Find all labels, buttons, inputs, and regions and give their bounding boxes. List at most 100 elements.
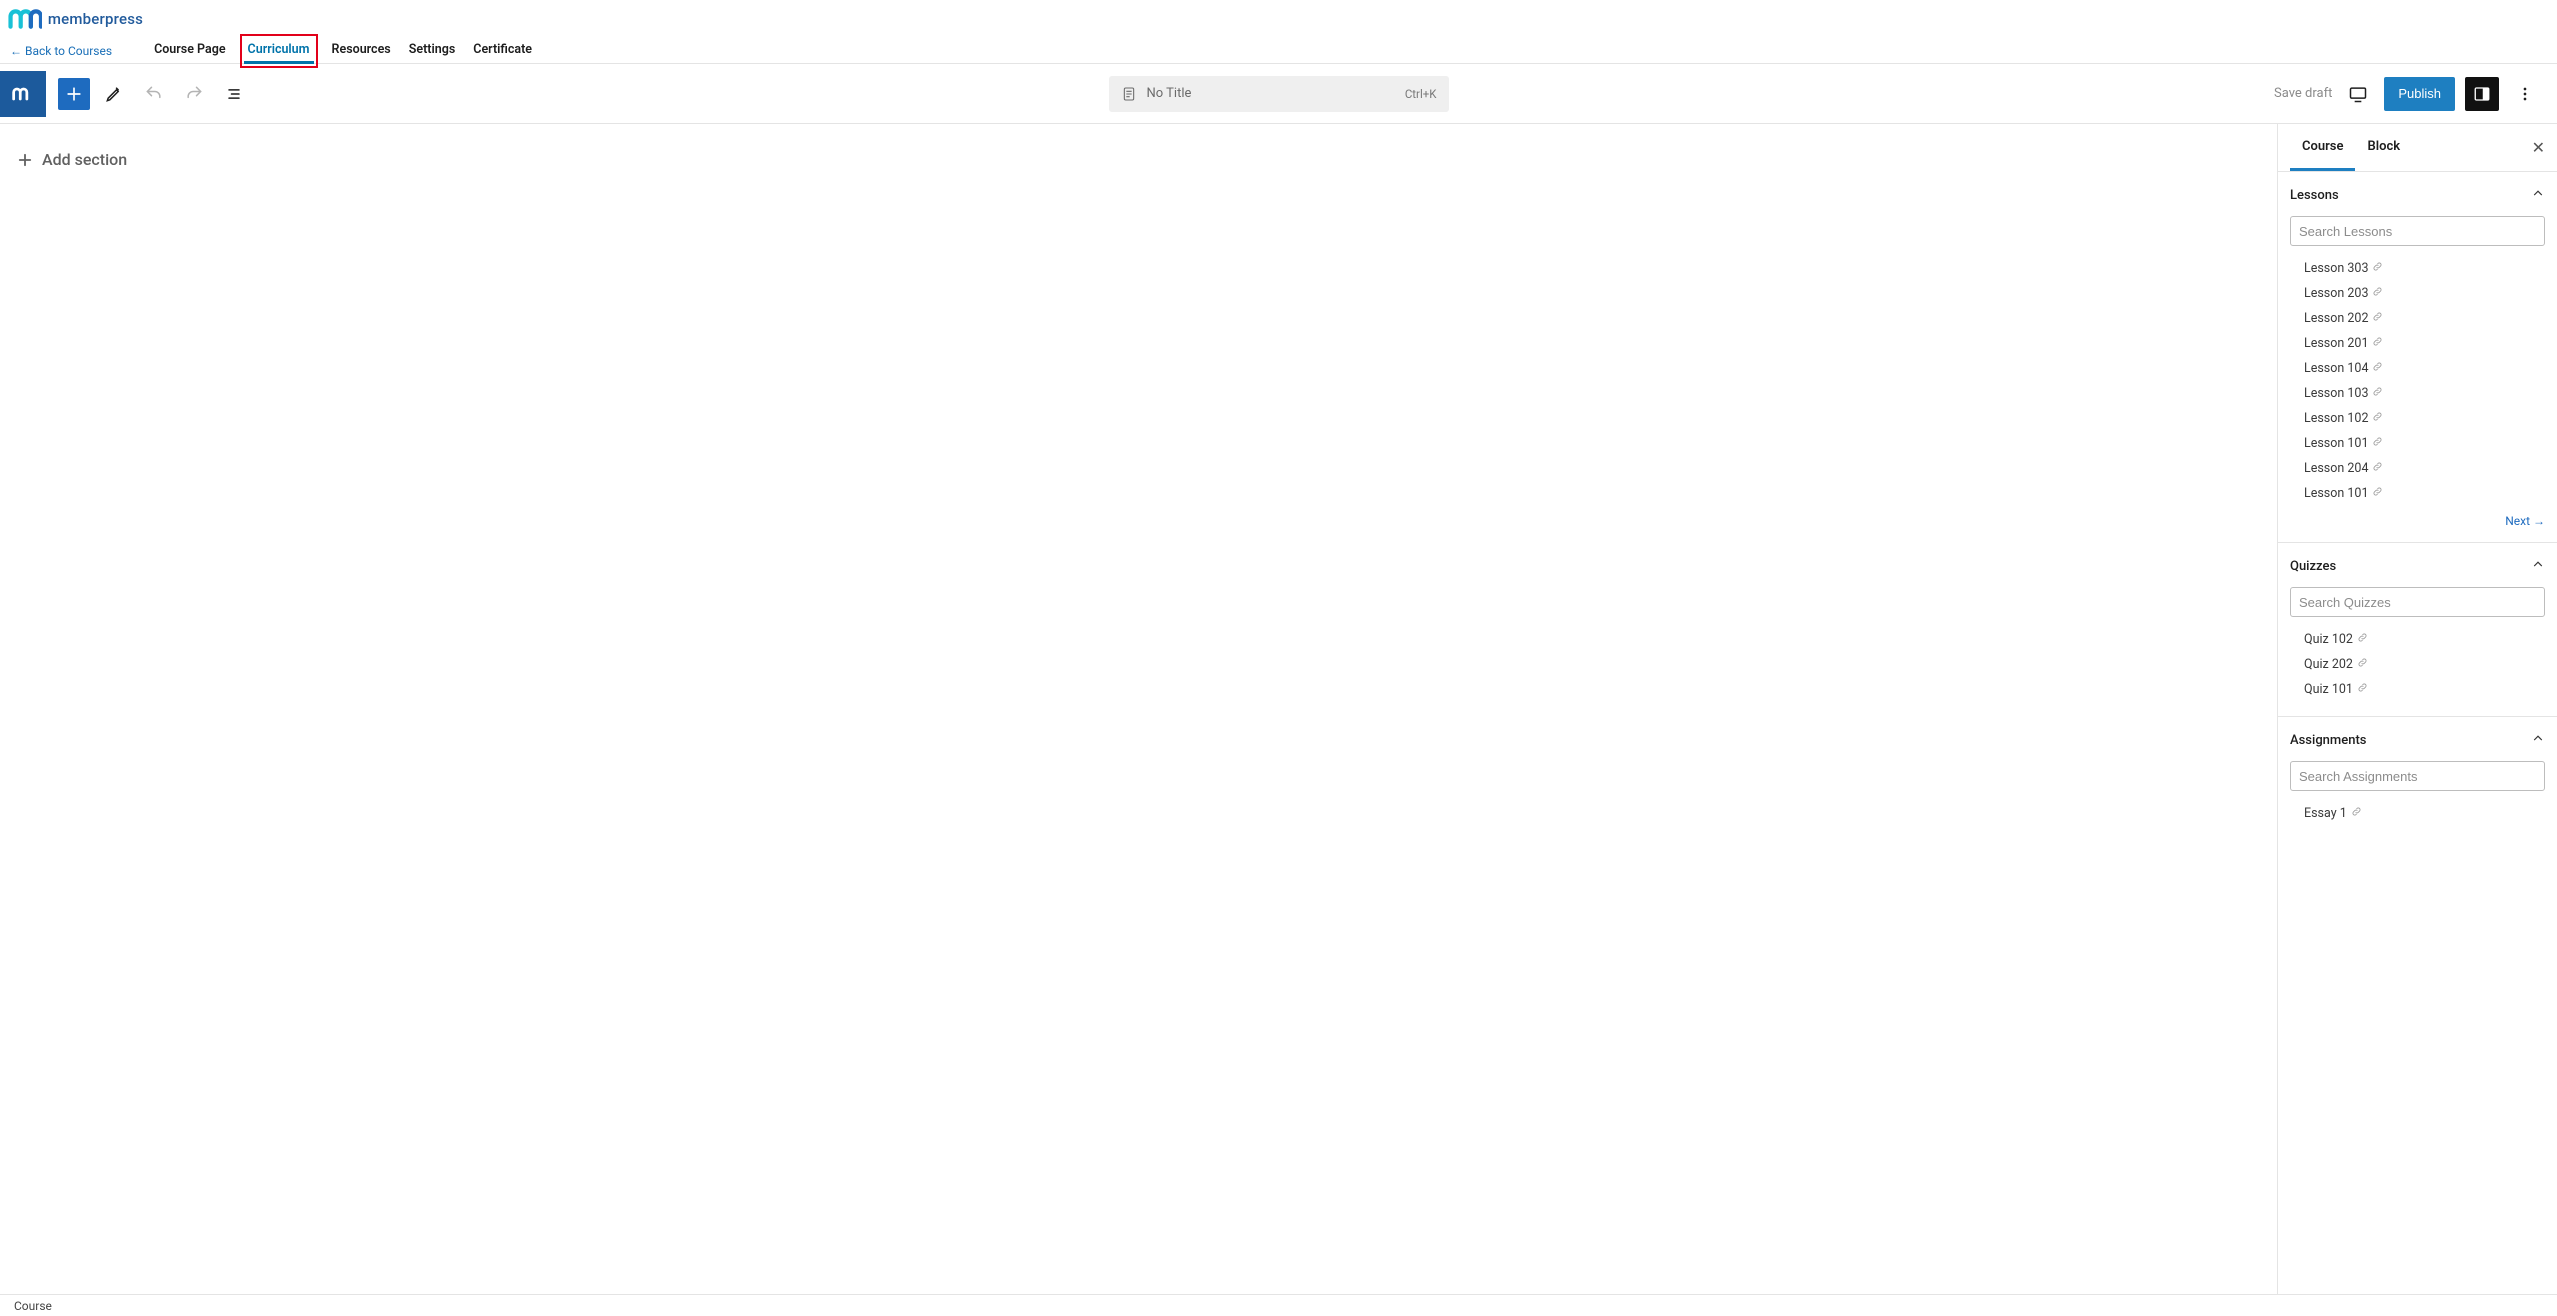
course-nav: ← Back to Courses Course Page Curriculum… bbox=[0, 38, 2557, 64]
list-item[interactable]: Lesson 103 bbox=[2304, 381, 2545, 406]
tab-curriculum[interactable]: Curriculum bbox=[244, 38, 314, 64]
quizzes-panel-title: Quizzes bbox=[2290, 559, 2336, 574]
editor-toolbar: No Title Ctrl+K Save draft Publish bbox=[0, 64, 2557, 124]
list-icon bbox=[224, 84, 244, 104]
sidebar-tabs: Course Block ✕ bbox=[2278, 124, 2557, 172]
assignments-panel: Assignments Essay 1 bbox=[2278, 717, 2557, 840]
list-item[interactable]: Essay 1 bbox=[2304, 801, 2545, 826]
brand-logo: memberpress bbox=[8, 8, 143, 30]
tab-course-page[interactable]: Course Page bbox=[154, 38, 225, 64]
arrow-left-icon: ← bbox=[10, 44, 20, 58]
list-item-label: Lesson 104 bbox=[2304, 361, 2368, 376]
link-icon bbox=[2372, 386, 2383, 401]
add-block-button[interactable] bbox=[58, 78, 90, 110]
list-item-label: Lesson 201 bbox=[2304, 336, 2368, 351]
chevron-up-icon bbox=[2531, 186, 2545, 204]
link-icon bbox=[2357, 657, 2368, 672]
publish-button[interactable]: Publish bbox=[2384, 77, 2455, 111]
undo-icon bbox=[144, 84, 164, 104]
kebab-icon bbox=[2515, 84, 2535, 104]
lessons-search-input[interactable] bbox=[2290, 216, 2545, 246]
list-item-label: Lesson 103 bbox=[2304, 386, 2368, 401]
list-item[interactable]: Lesson 203 bbox=[2304, 281, 2545, 306]
plus-icon bbox=[16, 151, 34, 169]
sidebar-icon bbox=[2473, 85, 2491, 103]
link-icon bbox=[2372, 436, 2383, 451]
assignments-panel-toggle[interactable]: Assignments bbox=[2290, 731, 2545, 749]
list-item-label: Quiz 202 bbox=[2304, 657, 2353, 672]
add-section-label: Add section bbox=[42, 150, 127, 169]
link-icon bbox=[2372, 361, 2383, 376]
page-icon bbox=[1121, 86, 1137, 102]
list-item[interactable]: Lesson 204 bbox=[2304, 456, 2545, 481]
sidebar-tab-block[interactable]: Block bbox=[2355, 125, 2412, 171]
quizzes-search-input[interactable] bbox=[2290, 587, 2545, 617]
redo-icon bbox=[184, 84, 204, 104]
lessons-next-link[interactable]: Next → bbox=[2505, 514, 2545, 528]
add-section-button[interactable]: Add section bbox=[16, 144, 2261, 175]
list-item[interactable]: Quiz 101 bbox=[2304, 677, 2545, 702]
document-overview-button[interactable] bbox=[218, 78, 250, 110]
assignments-list: Essay 1 bbox=[2290, 799, 2545, 826]
document-title-text: No Title bbox=[1147, 86, 1192, 101]
editor-canvas[interactable]: Add section bbox=[0, 124, 2277, 1294]
link-icon bbox=[2357, 632, 2368, 647]
list-item[interactable]: Lesson 201 bbox=[2304, 331, 2545, 356]
quizzes-list: Quiz 102 Quiz 202 Quiz 101 bbox=[2290, 625, 2545, 702]
edit-mode-button[interactable] bbox=[98, 78, 130, 110]
back-to-courses-link[interactable]: ← Back to Courses bbox=[10, 44, 112, 58]
lessons-list: Lesson 303 Lesson 203 Lesson 202 Lesson 201… bbox=[2290, 254, 2545, 506]
list-item[interactable]: Lesson 101 bbox=[2304, 481, 2545, 506]
settings-panel-toggle[interactable] bbox=[2465, 77, 2499, 111]
redo-button[interactable] bbox=[178, 78, 210, 110]
shortcut-hint: Ctrl+K bbox=[1405, 87, 1437, 101]
undo-button[interactable] bbox=[138, 78, 170, 110]
chevron-up-icon bbox=[2531, 731, 2545, 749]
quizzes-panel: Quizzes Quiz 102 Quiz 202 Quiz 101 bbox=[2278, 543, 2557, 717]
chevron-up-icon bbox=[2531, 557, 2545, 575]
list-item-label: Quiz 101 bbox=[2304, 682, 2353, 697]
list-item-label: Lesson 203 bbox=[2304, 286, 2368, 301]
app-logo[interactable] bbox=[0, 71, 46, 117]
list-item[interactable]: Lesson 101 bbox=[2304, 431, 2545, 456]
tab-settings[interactable]: Settings bbox=[409, 38, 456, 64]
preview-button[interactable] bbox=[2342, 78, 2374, 110]
assignments-panel-title: Assignments bbox=[2290, 733, 2366, 748]
list-item-label: Lesson 102 bbox=[2304, 411, 2368, 426]
list-item-label: Lesson 303 bbox=[2304, 261, 2368, 276]
link-icon bbox=[2372, 261, 2383, 276]
brand-name: memberpress bbox=[48, 10, 143, 28]
close-sidebar-button[interactable]: ✕ bbox=[2532, 138, 2545, 157]
document-title-bar[interactable]: No Title Ctrl+K bbox=[1109, 76, 1449, 112]
link-icon bbox=[2372, 461, 2383, 476]
plus-icon bbox=[64, 84, 84, 104]
link-icon bbox=[2372, 486, 2383, 501]
link-icon bbox=[2372, 311, 2383, 326]
list-item-label: Lesson 101 bbox=[2304, 436, 2368, 451]
settings-sidebar: Course Block ✕ Lessons Lesson 303Lesson … bbox=[2277, 124, 2557, 1294]
breadcrumb[interactable]: Course bbox=[14, 1299, 52, 1313]
lessons-panel-title: Lessons bbox=[2290, 188, 2339, 203]
link-icon bbox=[2372, 286, 2383, 301]
tab-resources[interactable]: Resources bbox=[332, 38, 391, 64]
list-item[interactable]: Lesson 202 bbox=[2304, 306, 2545, 331]
tab-certificate[interactable]: Certificate bbox=[473, 38, 532, 64]
list-item-label: Essay 1 bbox=[2304, 806, 2347, 821]
quizzes-panel-toggle[interactable]: Quizzes bbox=[2290, 557, 2545, 575]
more-options-button[interactable] bbox=[2509, 78, 2541, 110]
assignments-search-input[interactable] bbox=[2290, 761, 2545, 791]
list-item[interactable]: Lesson 104 bbox=[2304, 356, 2545, 381]
save-draft-button[interactable]: Save draft bbox=[2274, 86, 2332, 101]
lessons-panel: Lessons Lesson 303Lesson 203Lesson 202Le… bbox=[2278, 172, 2557, 543]
lessons-panel-toggle[interactable]: Lessons bbox=[2290, 186, 2545, 204]
link-icon bbox=[2372, 411, 2383, 426]
link-icon bbox=[2357, 682, 2368, 697]
list-item[interactable]: Lesson 303 bbox=[2304, 256, 2545, 281]
desktop-icon bbox=[2348, 84, 2368, 104]
sidebar-tab-course[interactable]: Course bbox=[2290, 125, 2355, 171]
list-item[interactable]: Quiz 202 bbox=[2304, 652, 2545, 677]
list-item[interactable]: Lesson 102 bbox=[2304, 406, 2545, 431]
brand-bar: memberpress bbox=[0, 0, 2557, 38]
list-item-label: Lesson 204 bbox=[2304, 461, 2368, 476]
list-item[interactable]: Quiz 102 bbox=[2304, 627, 2545, 652]
